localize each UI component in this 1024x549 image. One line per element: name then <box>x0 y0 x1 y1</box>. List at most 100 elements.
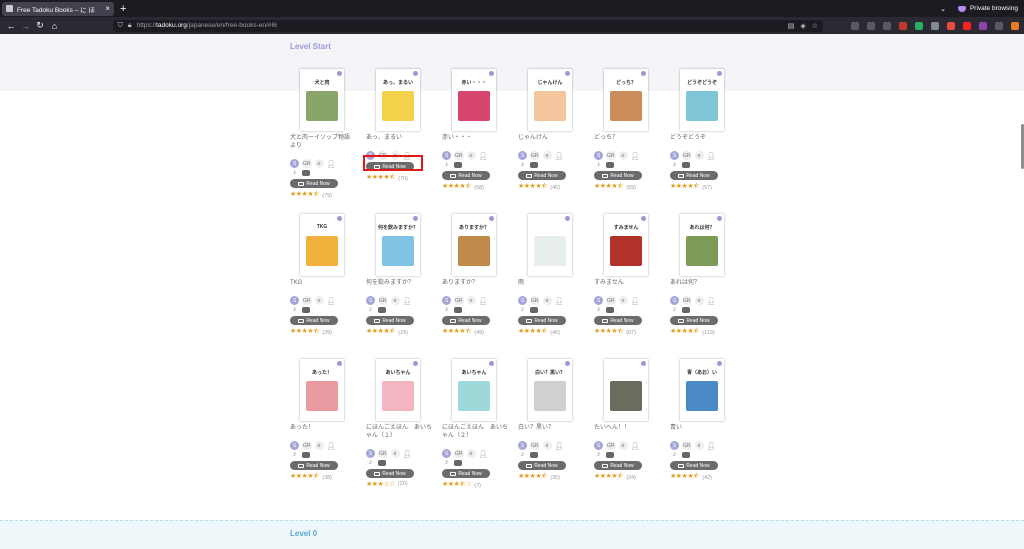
book-icon <box>450 173 457 178</box>
read-now-button[interactable]: Read Now <box>366 469 414 478</box>
reader-view-icon[interactable]: ▤ <box>788 22 795 30</box>
level-0-band <box>0 520 1024 549</box>
read-now-button[interactable]: Read Now <box>290 179 338 188</box>
book-cover[interactable]: あった！ <box>300 359 344 421</box>
read-now-button[interactable]: Read Now <box>290 461 338 470</box>
extensions-puzzle-icon[interactable] <box>995 21 1003 30</box>
book-cover[interactable]: 青（あお）い <box>680 359 724 421</box>
chevron-down-icon[interactable]: ⌄ <box>940 5 946 13</box>
book-cover[interactable]: どうぞどうぞ <box>680 69 724 131</box>
shield-icon[interactable]: ⛉ <box>118 22 123 30</box>
book-title[interactable]: TKG <box>290 279 356 287</box>
read-now-button[interactable]: Read Now <box>670 316 718 325</box>
cover-title: ありますか？ <box>458 225 489 231</box>
book-cover[interactable]: すみません <box>604 214 648 276</box>
cover-title: すみません <box>613 225 639 231</box>
book-rating: ★★★★⯪ (58) <box>442 182 484 193</box>
read-now-button[interactable]: Read Now <box>366 316 414 325</box>
youtube-icon[interactable] <box>963 21 971 30</box>
extension-purple-icon[interactable] <box>979 21 987 30</box>
book-cover[interactable]: あいちゃん <box>376 359 420 421</box>
book-cover[interactable]: 何を飲みますか？ <box>376 214 420 276</box>
extension-orange-icon[interactable] <box>1011 21 1019 30</box>
book-media-tags: ♪ <box>442 161 462 168</box>
book-cover[interactable]: どっち？ <box>604 69 648 131</box>
book-cover[interactable]: 犬と肉 <box>300 69 344 131</box>
library-icon[interactable] <box>867 21 875 30</box>
book-cover[interactable]: ありますか？ <box>452 214 496 276</box>
book-cover[interactable]: 白い？黒い？ <box>528 359 572 421</box>
read-now-button[interactable]: Read Now <box>518 316 566 325</box>
book-title[interactable]: どうぞどうぞ <box>670 134 736 142</box>
home-icon[interactable]: ⌂ <box>48 21 60 31</box>
reload-icon[interactable]: ↻ <box>34 20 46 31</box>
book-cover[interactable]: あいちゃん <box>452 359 496 421</box>
read-now-button[interactable]: Read Now <box>290 316 338 325</box>
book-title[interactable]: あっ、まるい <box>366 134 432 142</box>
browser-tab[interactable]: Free Tadoku Books – に ほ × <box>2 1 114 16</box>
book-title[interactable]: すみません <box>594 279 660 287</box>
cover-title: 何を飲みますか？ <box>377 225 418 231</box>
extension-gray-icon[interactable] <box>931 21 939 30</box>
read-now-button[interactable]: Read Now <box>518 461 566 470</box>
book-rating: ★★★★⯪ (35) <box>518 472 560 483</box>
book-icon <box>526 318 533 323</box>
rating-count: (70) <box>398 175 409 182</box>
person-icon: 👤︎ <box>706 442 716 450</box>
read-now-label: Read Now <box>610 462 634 469</box>
read-now-button[interactable]: Read Now <box>594 171 642 180</box>
read-now-button[interactable]: Read Now <box>594 316 642 325</box>
read-now-button[interactable]: Read Now <box>670 461 718 470</box>
book-title[interactable]: たいへん！！ <box>594 424 660 432</box>
star-rating-icon: ★★★★⯪ <box>290 328 320 335</box>
pocket-icon[interactable] <box>851 21 859 30</box>
book-title[interactable]: あった！ <box>290 424 356 432</box>
book-cover[interactable]: あれは何？ <box>680 214 724 276</box>
bookmark-star-icon[interactable]: ☆ <box>812 22 818 30</box>
book-tags: S GR e 👤︎ <box>670 441 715 450</box>
extension-red-icon[interactable] <box>899 21 907 30</box>
book-title[interactable]: 犬と肉ーイソップ物語より <box>290 134 356 150</box>
book-title[interactable]: じゃんけん <box>518 134 584 142</box>
book-icon <box>450 318 457 323</box>
book-title[interactable]: どっち？ <box>594 134 660 142</box>
url-bar[interactable]: ⛉ 🔒︎ https://tadoku.org/japanese/en/free… <box>112 19 823 32</box>
cover-title: じゃんけん <box>537 80 563 86</box>
read-now-button[interactable]: Read Now <box>442 316 490 325</box>
book-cover[interactable] <box>604 359 648 421</box>
book-icon <box>374 471 381 476</box>
book-title[interactable]: ありますか？ <box>442 279 508 287</box>
sidebar-icon[interactable] <box>883 21 891 30</box>
read-now-button[interactable]: Read Now <box>670 171 718 180</box>
extension-green-icon[interactable] <box>915 21 923 30</box>
extension-shield-icon[interactable]: ◈ <box>800 22 805 30</box>
book-title[interactable]: 何を飲みますか？ <box>366 279 432 287</box>
forward-icon[interactable]: → <box>19 21 31 31</box>
level-badge-icon <box>337 71 342 76</box>
book-cover[interactable]: あっ、まるい <box>376 69 420 131</box>
book-cover[interactable]: じゃんけん <box>528 69 572 131</box>
close-icon[interactable]: × <box>105 4 110 13</box>
book-title[interactable]: 赤い・・・ <box>442 134 508 142</box>
level-badge-icon <box>717 71 722 76</box>
book-title[interactable]: 白い？黒い？ <box>518 424 584 432</box>
book-title[interactable]: あれは何？ <box>670 279 736 287</box>
book-title[interactable]: 雨 <box>518 279 584 287</box>
read-now-button[interactable]: Read Now <box>518 171 566 180</box>
read-now-button[interactable]: Read Now <box>442 171 490 180</box>
book-cover[interactable]: TKG <box>300 214 344 276</box>
book-cover[interactable]: 赤い・・・ <box>452 69 496 131</box>
extension-pink-icon[interactable] <box>947 21 955 30</box>
book-title[interactable]: にほんごえほん あいちゃん（１） <box>366 424 432 440</box>
video-icon <box>454 459 462 466</box>
read-now-button[interactable]: Read Now <box>594 461 642 470</box>
book-title[interactable]: 青い <box>670 424 736 432</box>
book-title[interactable]: にほんごえほん あいちゃん（２） <box>442 424 508 440</box>
level-badge-icon <box>717 216 722 221</box>
lock-icon[interactable]: 🔒︎ <box>128 22 132 30</box>
new-tab-icon[interactable]: + <box>120 3 126 15</box>
book-cover[interactable] <box>528 214 572 276</box>
back-icon[interactable]: ← <box>5 21 17 31</box>
level-badge-icon <box>413 216 418 221</box>
read-now-button[interactable]: Read Now <box>442 469 490 478</box>
